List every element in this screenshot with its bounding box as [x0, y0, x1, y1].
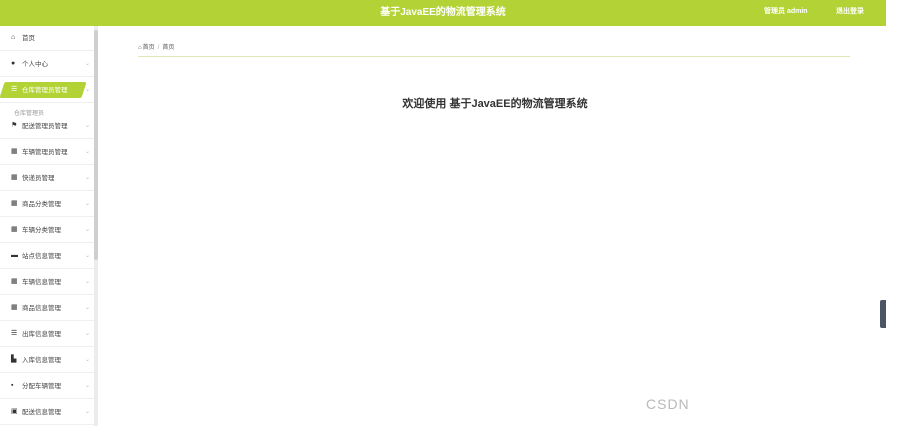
sidebar-item-label: 商品分类管理 — [22, 201, 61, 208]
chevron-down-icon: ⌄ — [85, 123, 91, 129]
breadcrumb-divider — [138, 56, 850, 57]
sidebar-item-home[interactable]: ⌂ 首页 — [0, 26, 94, 51]
sidebar-item-vehicle-info[interactable]: ▦ 车辆信息管理 ⌄ — [0, 270, 94, 295]
submenu-hint[interactable]: 仓库管理员 — [14, 110, 44, 118]
grid-icon: ▦ — [11, 226, 18, 233]
briefcase-icon: ▬ — [11, 252, 18, 259]
list-icon: ☰ — [11, 330, 18, 337]
chevron-down-icon: ⌄ — [85, 201, 91, 207]
chevron-down-icon: ⌄ — [85, 253, 91, 259]
sidebar-item-label: 快递员管理 — [22, 175, 55, 182]
chevron-down-icon: ⌄ — [85, 61, 91, 67]
sidebar-item-profile[interactable]: ● 个人中心 ⌄ — [0, 52, 94, 77]
current-user-label: 管理员 admin — [764, 8, 808, 15]
chevron-down-icon: ⌄ — [85, 279, 91, 285]
sidebar-item-label: 出库信息管理 — [22, 331, 61, 338]
home-icon: ⌂ — [11, 34, 16, 41]
grid-icon: ▦ — [11, 304, 18, 311]
chevron-down-icon: ⌄ — [85, 87, 91, 93]
breadcrumb: ⌂首页 / 首页 — [138, 42, 174, 51]
sidebar-item-goods-category[interactable]: ▦ 商品分类管理 ⌄ — [0, 192, 94, 217]
sidebar-item-vehicle-category[interactable]: ▦ 车辆分类管理 ⌄ — [0, 218, 94, 243]
side-panel-handle[interactable] — [880, 300, 886, 328]
sidebar-item-label: 配送信息管理 — [22, 409, 61, 416]
user-icon: ● — [11, 60, 16, 67]
sidebar-item-vehicle-admin[interactable]: ▦ 车辆管理员管理 ⌄ — [0, 140, 94, 165]
sidebar-item-label: 车辆信息管理 — [22, 279, 61, 286]
top-header-bar: 基于JavaEE的物流管理系统 管理员 admin 退出登录 — [0, 0, 886, 26]
chevron-down-icon: ⌄ — [85, 305, 91, 311]
sidebar-item-vehicle-assign[interactable]: ▪ 分配车辆管理 ⌄ — [0, 374, 94, 399]
flag-icon: ⚑ — [11, 122, 18, 129]
sidebar-item-label: 站点信息管理 — [22, 253, 61, 260]
grid-icon: ▦ — [11, 200, 18, 207]
breadcrumb-separator: / — [157, 45, 160, 51]
chevron-down-icon: ⌄ — [85, 149, 91, 155]
sidebar-item-label: 仓库管理员管理 — [22, 87, 68, 94]
box-icon: ▣ — [11, 408, 18, 415]
sidebar-item-label: 车辆分类管理 — [22, 227, 61, 234]
chevron-down-icon: ⌄ — [85, 357, 91, 363]
breadcrumb-current: 首页 — [162, 45, 175, 51]
sidebar-item-delivery-info[interactable]: ▣ 配送信息管理 ⌄ — [0, 400, 94, 425]
breadcrumb-home[interactable]: 首页 — [143, 45, 155, 51]
chevron-down-icon: ⌄ — [85, 331, 91, 337]
home-icon: ⌂ — [138, 45, 142, 51]
sidebar-menu: ⌂ 首页 ● 个人中心 ⌄ ☰ 仓库管理员管理 ⌄ ⚑ 配送管理员管理 ⌄ ▦ … — [0, 26, 97, 426]
welcome-message: 欢迎使用 基于JavaEE的物流管理系统 — [402, 98, 588, 110]
chevron-down-icon: ⌄ — [85, 409, 91, 415]
sidebar-scrollbar-thumb[interactable] — [94, 30, 98, 260]
page-right-margin — [886, 0, 912, 426]
logout-link[interactable]: 退出登录 — [836, 0, 864, 24]
sidebar-item-label: 入库信息管理 — [22, 357, 61, 364]
sidebar-item-inbound-info[interactable]: ▙ 入库信息管理 ⌄ — [0, 348, 94, 373]
grid-icon: ▦ — [11, 174, 18, 181]
sidebar-item-label: 车辆管理员管理 — [22, 149, 68, 156]
watermark: CSDN — [646, 396, 690, 412]
sidebar-item-outbound-info[interactable]: ☰ 出库信息管理 ⌄ — [0, 322, 94, 347]
sidebar-item-station-info[interactable]: ▬ 站点信息管理 ⌄ — [0, 244, 94, 269]
app-title: 基于JavaEE的物流管理系统 — [380, 7, 506, 18]
grid-icon: ▦ — [11, 148, 18, 155]
chart-icon: ▙ — [11, 356, 17, 363]
chevron-down-icon: ⌄ — [85, 227, 91, 233]
list-icon: ☰ — [11, 86, 18, 93]
sidebar-item-goods-info[interactable]: ▦ 商品信息管理 ⌄ — [0, 296, 94, 321]
sidebar-item-label: 商品信息管理 — [22, 305, 61, 312]
sidebar-item-warehouse-admin[interactable]: ☰ 仓库管理员管理 ⌄ — [0, 78, 94, 103]
sidebar-item-label: 个人中心 — [22, 61, 48, 68]
chevron-down-icon: ⌄ — [85, 175, 91, 181]
grid-icon: ▦ — [11, 278, 18, 285]
sidebar-item-label: 首页 — [22, 35, 35, 42]
chevron-down-icon: ⌄ — [85, 383, 91, 389]
sidebar-item-label: 分配车辆管理 — [22, 383, 61, 390]
sidebar-item-courier[interactable]: ▦ 快递员管理 ⌄ — [0, 166, 94, 191]
truck-icon: ▪ — [11, 382, 14, 389]
